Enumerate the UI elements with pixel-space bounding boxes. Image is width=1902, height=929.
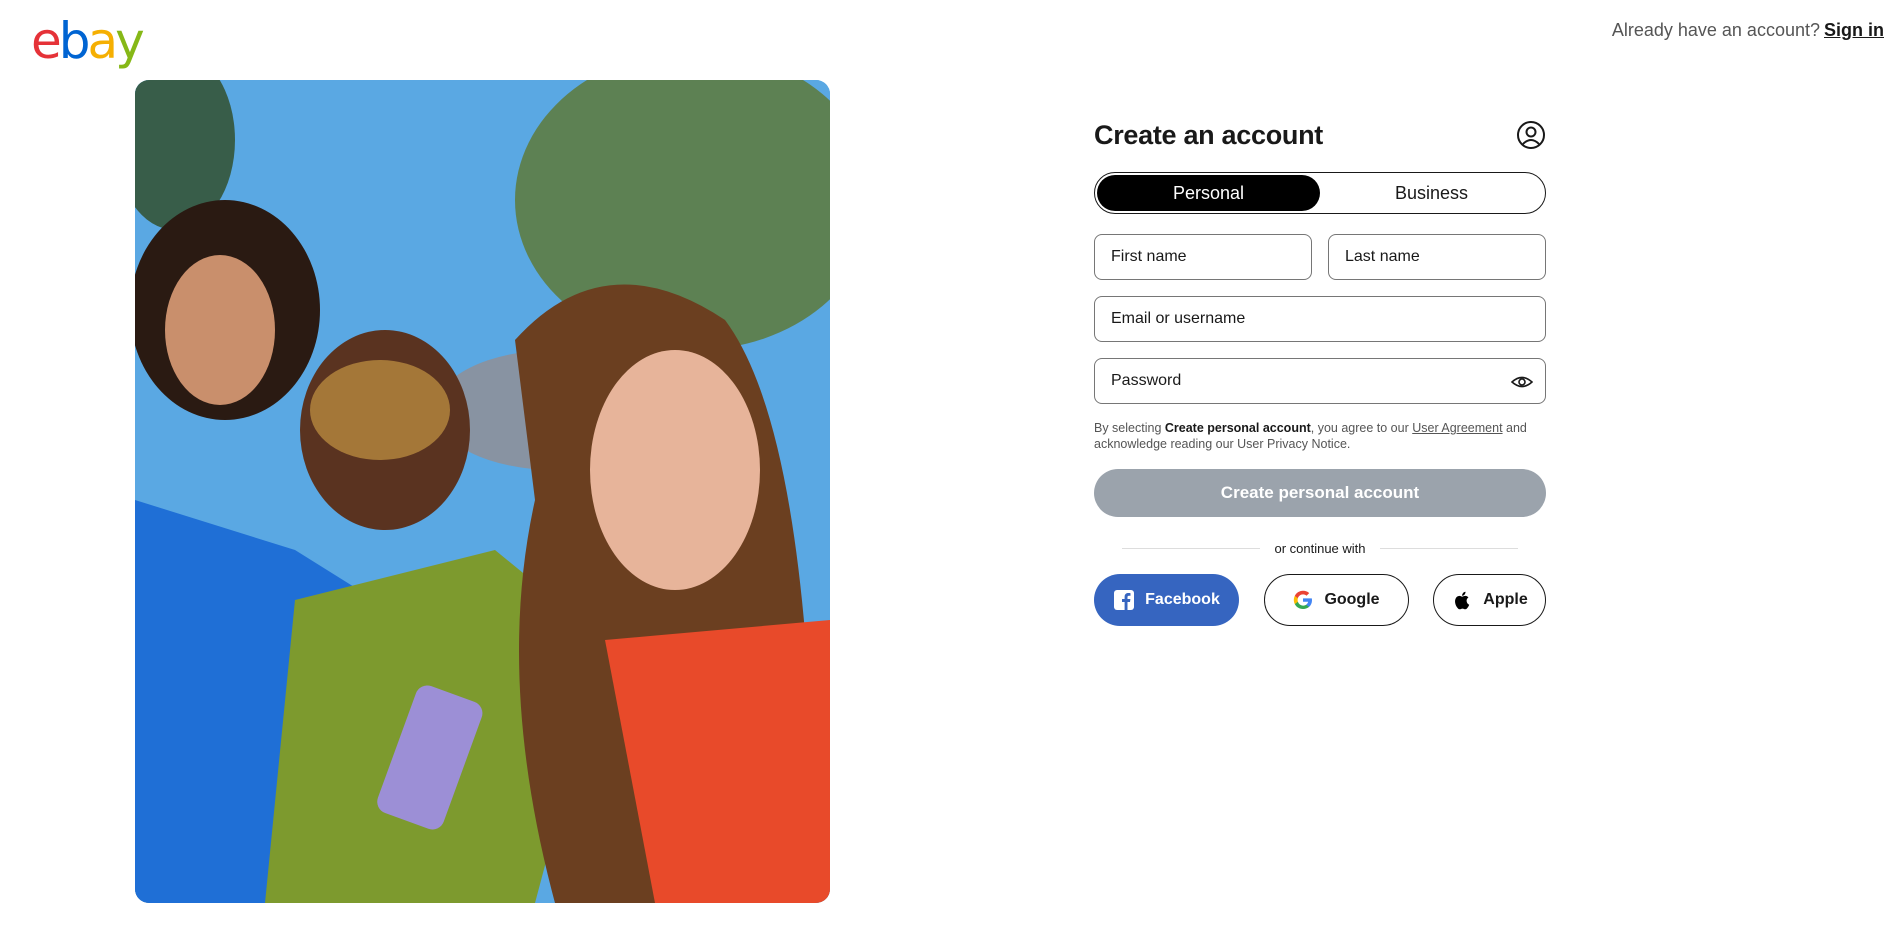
account-type-toggle: Personal Business (1094, 172, 1546, 214)
legal-prefix: By selecting (1094, 421, 1165, 435)
ebay-logo[interactable]: ebay (31, 12, 145, 70)
logo-letter-y: y (115, 12, 145, 70)
signin-prompt: Already have an account? (1611, 20, 1820, 40)
facebook-button[interactable]: Facebook (1094, 574, 1239, 626)
first-name-input[interactable] (1095, 235, 1311, 279)
user-circle-icon[interactable] (1516, 120, 1546, 150)
name-row (1094, 234, 1546, 280)
email-field-box (1094, 296, 1546, 342)
divider-line-right (1379, 548, 1518, 549)
facebook-icon (1114, 590, 1135, 610)
social-buttons: Facebook Google Apple (1094, 574, 1546, 626)
first-name-field-box (1094, 234, 1312, 280)
email-input[interactable] (1095, 297, 1545, 341)
last-name-field-box (1328, 234, 1546, 280)
logo-letter-a: a (87, 12, 119, 70)
apple-icon (1455, 591, 1470, 610)
google-icon (1294, 590, 1313, 609)
tab-personal[interactable]: Personal (1097, 175, 1320, 211)
legal-notice: By selecting Create personal account, yo… (1094, 420, 1546, 452)
signup-form: Create an account Personal Business By s… (1094, 110, 1546, 626)
legal-middle: , you agree to our (1310, 421, 1413, 435)
facebook-label: Facebook (1145, 591, 1220, 608)
google-button[interactable]: Google (1263, 574, 1409, 626)
divider-text: or continue with (1274, 541, 1366, 556)
password-field-box (1094, 358, 1546, 404)
hero-photo (135, 80, 830, 903)
page-title: Create an account (1094, 119, 1323, 150)
legal-bold: Create personal account (1164, 421, 1311, 435)
google-label: Google (1324, 591, 1380, 608)
password-input[interactable] (1095, 359, 1545, 403)
logo-letter-b: b (58, 12, 91, 70)
signin-prompt-area: Already have an account? Sign in (1612, 20, 1884, 41)
eye-icon[interactable] (1511, 372, 1533, 392)
title-row: Create an account (1094, 110, 1546, 160)
user-agreement-link[interactable]: User Agreement (1412, 421, 1502, 435)
or-divider: or continue with (1094, 541, 1546, 556)
tab-business[interactable]: Business (1320, 175, 1543, 211)
create-account-button[interactable]: Create personal account (1094, 469, 1546, 517)
apple-label: Apple (1483, 591, 1528, 608)
signin-link[interactable]: Sign in (1824, 20, 1884, 40)
people-photo-illustration (135, 80, 830, 903)
apple-button[interactable]: Apple (1433, 574, 1546, 626)
divider-line-left (1122, 548, 1261, 549)
last-name-input[interactable] (1329, 235, 1545, 279)
logo-letter-e: e (31, 12, 62, 70)
